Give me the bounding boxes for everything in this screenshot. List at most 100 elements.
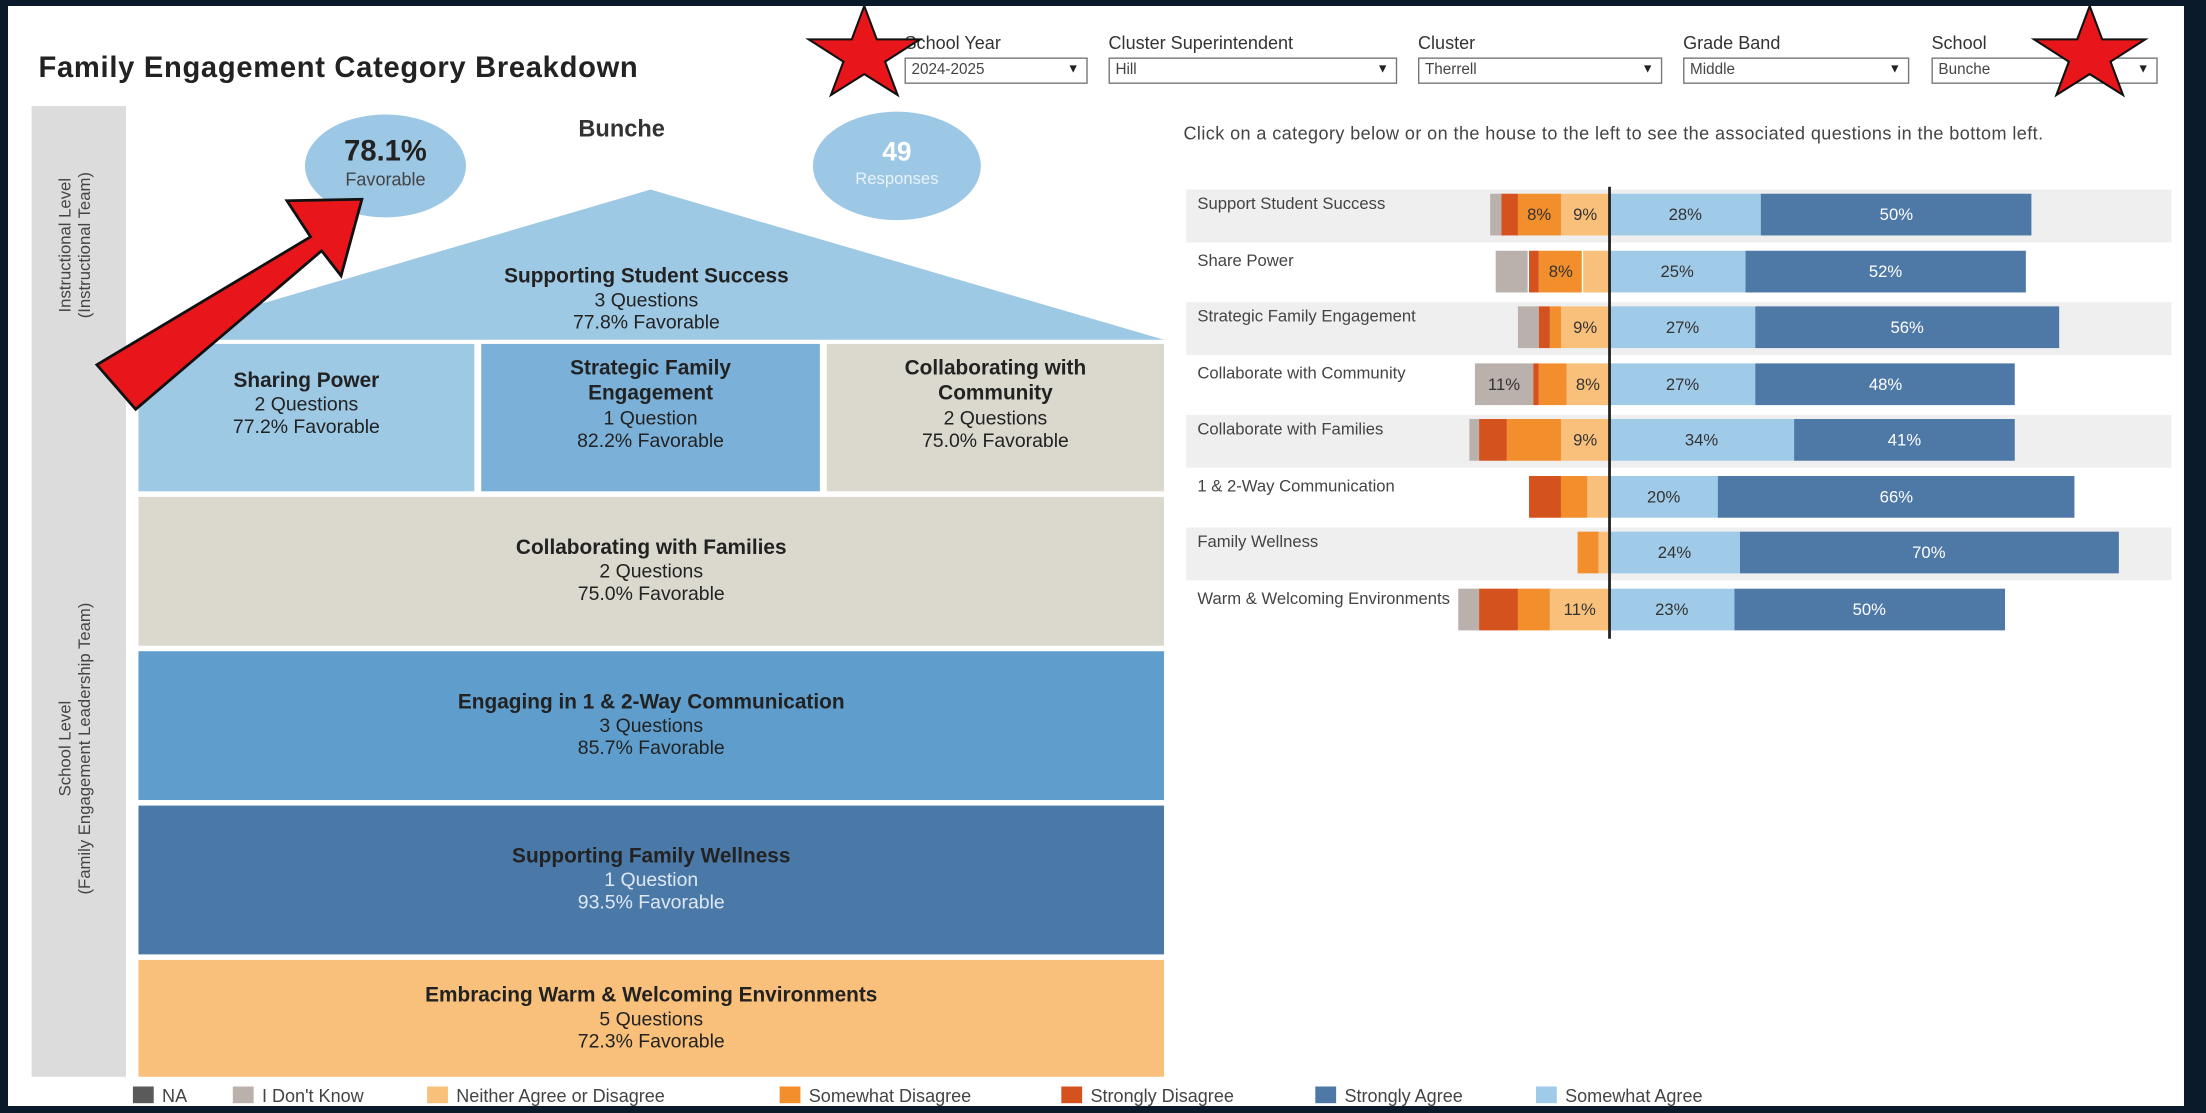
bar-segment[interactable] (1528, 250, 1540, 292)
roof-category-questions: 3 Questions (594, 288, 699, 311)
bar-segment[interactable]: 56% (1755, 306, 2059, 349)
bar-segment[interactable] (1560, 475, 1588, 518)
chart-row-label: Family Wellness (1197, 531, 1319, 552)
bar-segment[interactable]: 8% (1566, 362, 1610, 405)
bar-segment[interactable]: 28% (1609, 193, 1762, 236)
floor-supporting-family-wellness[interactable]: Supporting Family Wellness 1 Question 93… (138, 805, 1165, 955)
legend-label: Somewhat Agree (1565, 1085, 1703, 1106)
legend-swatch (779, 1086, 801, 1104)
bar-segment[interactable] (1582, 250, 1610, 292)
floor-questions: 3 Questions (599, 713, 704, 737)
roof-category-name: Supporting Student Success (504, 264, 789, 289)
legend-swatch (427, 1086, 448, 1104)
bar-segment[interactable] (1495, 250, 1529, 292)
floor-name: Engaging in 1 & 2-Way Communication (457, 690, 845, 714)
bar-segment[interactable]: 9% (1560, 419, 1610, 461)
bar-segment[interactable]: 9% (1560, 306, 1610, 349)
bar-segment[interactable] (1577, 531, 1599, 574)
legend-swatch (232, 1086, 254, 1104)
bar-segment[interactable]: 25% (1609, 250, 1745, 292)
pillar-favorable: 75.0% Favorable (921, 428, 1069, 451)
legend-item: Somewhat Disagree (779, 1085, 971, 1106)
pillar-name: Collaborating with Community (904, 356, 1087, 406)
pillar-questions: 1 Question (603, 406, 698, 429)
floor-name: Embracing Warm & Welcoming Environments (425, 983, 878, 1008)
chart-row-label: 1 & 2-Way Communication (1197, 475, 1395, 495)
legend-swatch (1535, 1086, 1557, 1104)
pillar-questions: 2 Questions (943, 406, 1048, 429)
legend-item: Somewhat Agree (1535, 1085, 1703, 1106)
chart-row-label: Share Power (1197, 250, 1294, 270)
bar-segment[interactable] (1533, 362, 1540, 405)
bar-segment[interactable] (1457, 587, 1480, 630)
bar-segment[interactable] (1528, 475, 1561, 518)
bar-segment[interactable] (1539, 362, 1567, 405)
pillar-name: Sharing Power (233, 368, 380, 393)
bar-segment[interactable] (1549, 306, 1561, 349)
bar-segment[interactable] (1490, 193, 1502, 236)
chart-row[interactable]: Family Wellness 24% 70% (1186, 527, 2172, 581)
bar-segment[interactable]: 27% (1609, 306, 1756, 349)
bar-segment[interactable]: 9% (1560, 193, 1610, 236)
bar-segment[interactable]: 8% (1517, 193, 1561, 236)
bar-segment[interactable] (1517, 587, 1550, 630)
legend-swatch (1315, 1086, 1337, 1104)
bar-segment[interactable]: 41% (1793, 419, 2016, 461)
bar-segment[interactable] (1587, 475, 1610, 518)
floor-favorable: 75.0% Favorable (577, 581, 725, 604)
chart-row[interactable]: Strategic Family Engagement 9% 27% 56% (1186, 302, 2172, 356)
pillar-collaborating-with-community[interactable]: Collaborating with Community 2 Questions… (826, 343, 1165, 492)
floor-questions: 5 Questions (599, 1007, 704, 1030)
chart-row-label: Collaborate with Families (1197, 419, 1384, 439)
roof-category-favorable: 77.8% Favorable (572, 310, 720, 333)
floor-favorable: 72.3% Favorable (577, 1029, 725, 1052)
chart-row[interactable]: Collaborate with Community 8% 11% 27% 48% (1186, 359, 2171, 412)
bar-segment[interactable]: 11% (1549, 587, 1610, 630)
bar-segment[interactable] (1517, 306, 1540, 349)
bar-segment[interactable]: 66% (1717, 475, 2075, 518)
legend-label: Strongly Agree (1344, 1085, 1463, 1106)
legend-swatch (1061, 1086, 1083, 1104)
pillar-favorable: 77.2% Favorable (232, 414, 380, 438)
bar-segment[interactable]: 70% (1739, 531, 2119, 574)
bar-segment[interactable] (1479, 419, 1507, 461)
bar-segment[interactable]: 23% (1609, 587, 1734, 630)
bar-segment[interactable] (1479, 587, 1518, 630)
chart-row[interactable]: Collaborate with Families 9% 34% 41% (1186, 414, 2172, 468)
bar-segment[interactable]: 34% (1609, 419, 1794, 461)
bar-segment[interactable]: 48% (1755, 362, 2016, 405)
floor-name: Collaborating with Families (515, 535, 787, 560)
bar-segment[interactable]: 50% (1733, 587, 2005, 630)
floor-favorable: 85.7% Favorable (577, 736, 725, 759)
bar-segment[interactable]: 52% (1744, 250, 2027, 292)
legend-item: NA (132, 1085, 187, 1106)
bar-segment[interactable]: 50% (1761, 193, 2032, 236)
floor-collaborating-with-families[interactable]: Collaborating with Families 2 Questions … (138, 496, 1165, 646)
bar-segment[interactable] (1506, 419, 1561, 461)
chart-row-label: Warm & Welcoming Environments (1197, 587, 1451, 608)
chart-row[interactable]: 1 & 2-Way Communication 20% 66% (1186, 471, 2171, 524)
dashboard-frame: Family Engagement Category Breakdown Sch… (8, 6, 2184, 1106)
chart-row[interactable]: Support Student Success 9% 8% 28% 50% (1186, 189, 2172, 243)
bar-segment[interactable]: 24% (1609, 531, 1740, 574)
pillar-sharing-power[interactable]: Sharing Power 2 Questions 77.2% Favorabl… (138, 343, 475, 492)
bar-segment[interactable]: 20% (1609, 475, 1718, 518)
pillar-strategic-family-engagement[interactable]: Strategic Family Engagement 1 Question 8… (481, 343, 820, 492)
legend-item: Neither Agree or Disagree (427, 1085, 665, 1106)
bar-segment[interactable] (1468, 419, 1480, 461)
bar-segment[interactable] (1501, 193, 1518, 236)
chart-row[interactable]: Share Power 8% 25% 52% (1186, 246, 2171, 299)
bar-segment[interactable]: 27% (1609, 362, 1756, 405)
bar-segment[interactable] (1539, 306, 1550, 349)
floor-warm-welcoming-environments[interactable]: Embracing Warm & Welcoming Environments … (138, 959, 1165, 1077)
legend-item: Strongly Disagree (1061, 1085, 1234, 1106)
bar-segment[interactable]: 11% (1474, 362, 1534, 405)
bar-segment[interactable]: 8% (1539, 250, 1583, 292)
floor-engaging-communication[interactable]: Engaging in 1 & 2-Way Communication 3 Qu… (138, 651, 1165, 801)
pillar-name: Strategic Family Engagement (570, 356, 731, 406)
floor-questions: 1 Question (604, 868, 699, 891)
floor-questions: 2 Questions (599, 559, 704, 582)
chart-row-label: Strategic Family Engagement (1197, 306, 1416, 326)
chart-row[interactable]: Warm & Welcoming Environments 11% 23% 50% (1186, 584, 2171, 637)
roof-text: Supporting Student Success 3 Questions 7… (397, 264, 897, 333)
